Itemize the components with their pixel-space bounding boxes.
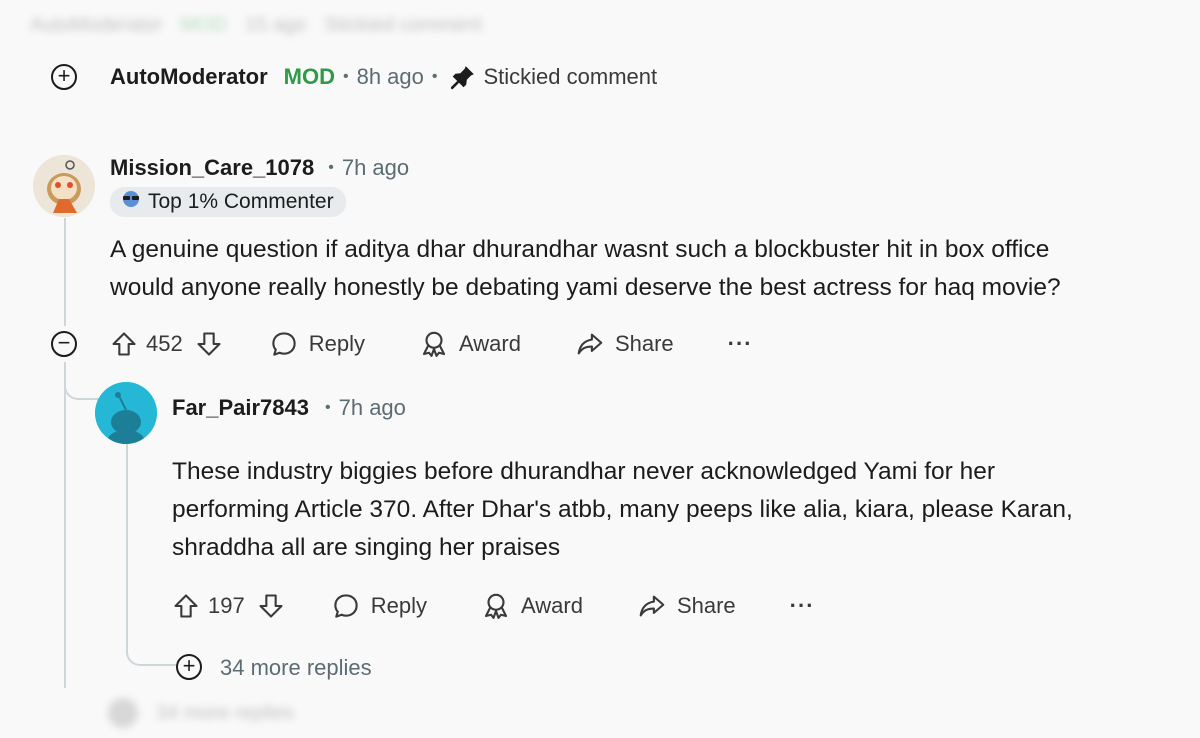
separator-dot: • <box>325 399 331 416</box>
vote-count: 197 <box>208 593 245 618</box>
downvote-icon[interactable] <box>257 592 285 620</box>
separator-dot: • <box>342 68 349 85</box>
expand-replies-icon[interactable]: + <box>176 654 202 680</box>
comment2-time[interactable]: 7h ago <box>339 395 406 421</box>
blurred-mod: MOD <box>180 14 227 36</box>
share-icon <box>637 591 667 621</box>
comment1-actions: 452 Reply Award Share ··· <box>110 328 753 360</box>
comment2-actions: 197 Reply Award Share ··· <box>172 590 815 622</box>
automod-comment-header: AutoModerator MOD • 8h ago • Stickied co… <box>110 62 657 92</box>
comment1-thread-line[interactable] <box>64 218 66 326</box>
blurred-time: 15 ago <box>244 14 307 36</box>
reply-label: Reply <box>308 331 365 356</box>
comment1-time[interactable]: 7h ago <box>342 155 409 181</box>
award-button[interactable]: Award <box>481 591 583 621</box>
commenter-badge: Top 1% Commenter <box>110 187 346 217</box>
mod-badge: MOD <box>283 64 335 89</box>
more-replies-link[interactable]: 34 more replies <box>220 655 372 681</box>
comment2-text-line: shraddha all are singing her praises <box>172 534 561 561</box>
comment2-text-line: performing Article 370. After Dhar's atb… <box>172 496 1073 523</box>
comment1-text-line: A genuine question if aditya dhar dhuran… <box>110 236 1050 263</box>
stickied-label: Stickied comment <box>483 64 658 89</box>
minus-icon: − <box>57 329 71 355</box>
downvote-icon[interactable] <box>195 330 223 358</box>
share-icon <box>575 329 605 359</box>
sunglasses-icon <box>120 190 142 214</box>
comment1-body: A genuine question if aditya dhar dhuran… <box>110 231 1190 307</box>
plus-icon: + <box>182 653 196 678</box>
vote-count: 452 <box>146 331 183 356</box>
reply-button[interactable]: Reply <box>269 329 365 359</box>
reply-label: Reply <box>370 593 427 618</box>
avatar[interactable] <box>33 155 95 217</box>
expand-comment-button[interactable]: + <box>51 64 77 90</box>
separator-dot: • <box>328 159 334 176</box>
award-icon <box>419 329 449 359</box>
pin-icon <box>450 64 476 90</box>
badge-label: Top 1% Commenter <box>148 190 334 213</box>
reply-button[interactable]: Reply <box>331 591 427 621</box>
share-label: Share <box>676 593 736 618</box>
blurred-username: AutoModerator <box>30 14 163 36</box>
more-options-button[interactable]: ··· <box>790 593 815 619</box>
comment2-body: These industry biggies before dhurandhar… <box>172 453 1192 567</box>
comment1-text-line: would anyone really honestly be debating… <box>110 274 1061 301</box>
share-button[interactable]: Share <box>637 591 736 621</box>
award-icon <box>481 591 511 621</box>
comment2-username[interactable]: Far_Pair7843 <box>172 395 309 421</box>
upvote-icon[interactable] <box>110 330 138 358</box>
award-label: Award <box>458 331 521 356</box>
comment1-thread-line-lower[interactable] <box>64 362 66 688</box>
share-button[interactable]: Share <box>575 329 674 359</box>
award-button[interactable]: Award <box>419 329 521 359</box>
more-options-button[interactable]: ··· <box>728 331 753 357</box>
award-label: Award <box>520 593 583 618</box>
plus-icon: + <box>57 63 71 88</box>
comment2-header: Far_Pair7843 • 7h ago <box>172 393 406 423</box>
blurred-note: Stickied comment <box>324 14 482 36</box>
upvote-icon[interactable] <box>172 592 200 620</box>
automod-username[interactable]: AutoModerator <box>110 64 268 90</box>
comment-bubble-icon <box>269 329 299 359</box>
more-replies-elbow <box>126 628 176 666</box>
separator-dot: • <box>431 68 438 85</box>
comment2-thread-line[interactable] <box>126 440 128 652</box>
avatar[interactable] <box>95 382 157 444</box>
comment2-text-line: These industry biggies before dhurandhar… <box>172 458 996 485</box>
collapse-comment-button[interactable]: − <box>51 331 77 357</box>
comment-bubble-icon <box>331 591 361 621</box>
comment1-header: Mission_Care_1078 • 7h ago <box>110 153 409 183</box>
reply-elbow <box>64 362 100 400</box>
blurred-comment-header: AutoModerator MOD 15 ago Stickied commen… <box>30 14 482 37</box>
blurred-more-replies: 34 more replies <box>108 698 294 728</box>
share-label: Share <box>614 331 674 356</box>
automod-time[interactable]: 8h ago <box>357 64 424 90</box>
blurred-icon <box>108 698 138 728</box>
blurred-more-replies-text: 34 more replies <box>156 701 294 724</box>
comment1-username[interactable]: Mission_Care_1078 <box>110 155 314 181</box>
